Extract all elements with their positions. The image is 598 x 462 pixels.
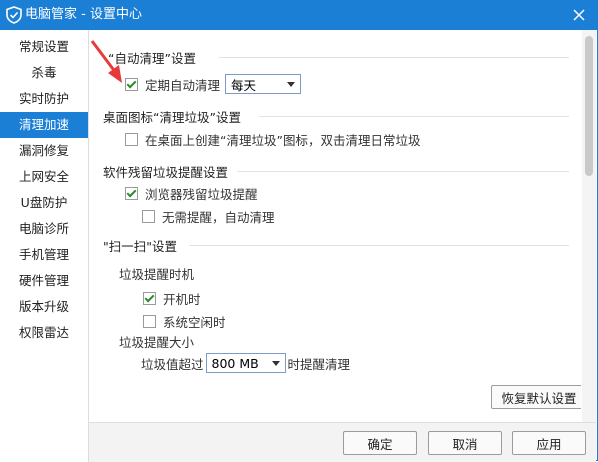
reminder-timing-label: 垃圾提醒时机 bbox=[119, 267, 195, 282]
red-arrow-icon bbox=[90, 40, 122, 83]
sidebar-item-realtime[interactable]: 实时防护 bbox=[0, 86, 88, 112]
idle-row: 系统空闲时 bbox=[143, 312, 226, 331]
divider bbox=[237, 171, 569, 172]
restore-defaults-button[interactable]: 恢复默认设置 bbox=[491, 385, 581, 409]
dialog-footer: 确定 取消 应用 bbox=[89, 422, 596, 462]
sidebar-item-antivirus[interactable]: 杀毒 bbox=[0, 60, 88, 86]
sidebar-item-phone[interactable]: 手机管理 bbox=[0, 242, 88, 268]
sidebar-item-hardware[interactable]: 硬件管理 bbox=[0, 268, 88, 294]
shield-icon bbox=[6, 6, 22, 24]
scrollbar[interactable] bbox=[582, 30, 596, 422]
auto-clean-checkbox[interactable] bbox=[125, 77, 138, 91]
cancel-button[interactable]: 取消 bbox=[428, 431, 502, 455]
apply-button[interactable]: 应用 bbox=[512, 431, 586, 455]
startup-label: 开机时 bbox=[163, 292, 201, 307]
window-title: 电脑管家 - 设置中心 bbox=[25, 7, 142, 22]
auto-clean-row: 定期自动清理 每天 bbox=[125, 74, 302, 94]
size-value: 800 MB bbox=[211, 355, 259, 371]
idle-label: 系统空闲时 bbox=[163, 315, 226, 330]
browser-residue-row: 浏览器残留垃圾提醒 bbox=[125, 184, 258, 203]
close-button[interactable] bbox=[568, 4, 590, 26]
sidebar-item-usb[interactable]: U盘防护 bbox=[0, 190, 88, 216]
chevron-down-icon bbox=[271, 360, 280, 366]
auto-clean-label: 定期自动清理 bbox=[145, 77, 221, 93]
frequency-value: 每天 bbox=[231, 77, 257, 93]
title-bar: 电脑管家 - 设置中心 bbox=[0, 0, 598, 30]
sidebar-item-upgrade[interactable]: 版本升级 bbox=[0, 294, 88, 320]
browser-residue-checkbox[interactable] bbox=[125, 187, 138, 200]
desktop-icon-row: 在桌面上创建“清理垃圾”图标，双击清理日常垃圾 bbox=[125, 130, 420, 149]
divider bbox=[189, 245, 569, 246]
browser-residue-label: 浏览器残留垃圾提醒 bbox=[145, 187, 258, 202]
auto-clean-residue-label: 无需提醒，自动清理 bbox=[162, 210, 275, 225]
section-title-desktop-icon: 桌面图标“清理垃圾”设置 bbox=[103, 110, 241, 125]
close-icon bbox=[573, 9, 585, 21]
chevron-down-icon bbox=[287, 81, 296, 87]
frequency-select[interactable]: 每天 bbox=[225, 74, 302, 94]
divider bbox=[219, 57, 569, 58]
size-threshold-row: 垃圾值超过 800 MB 时提醒清理 bbox=[141, 353, 350, 373]
reminder-size-label: 垃圾提醒大小 bbox=[119, 335, 195, 350]
sidebar-item-general[interactable]: 常规设置 bbox=[0, 34, 88, 60]
size-prefix: 垃圾值超过 bbox=[141, 356, 204, 372]
sidebar: 常规设置 杀毒 实时防护 清理加速 漏洞修复 上网安全 U盘防护 电脑诊所 手机… bbox=[0, 30, 89, 462]
scrollbar-thumb[interactable] bbox=[585, 36, 593, 176]
section-title-software-residue: 软件残留垃圾提醒设置 bbox=[103, 165, 229, 180]
desktop-icon-label: 在桌面上创建“清理垃圾”图标，双击清理日常垃圾 bbox=[145, 133, 421, 148]
section-title-scan: "扫一扫"设置 bbox=[103, 239, 177, 254]
startup-checkbox[interactable] bbox=[143, 292, 156, 305]
auto-clean-residue-checkbox[interactable] bbox=[142, 210, 155, 223]
divider bbox=[259, 116, 569, 117]
idle-checkbox[interactable] bbox=[143, 315, 156, 328]
ok-button[interactable]: 确定 bbox=[343, 431, 417, 455]
size-suffix: 时提醒清理 bbox=[287, 356, 351, 372]
sidebar-item-permission[interactable]: 权限雷达 bbox=[0, 320, 88, 346]
startup-row: 开机时 bbox=[143, 289, 201, 308]
sidebar-item-patch[interactable]: 漏洞修复 bbox=[0, 138, 88, 164]
sidebar-item-cleanup[interactable]: 清理加速 bbox=[0, 112, 88, 138]
desktop-icon-checkbox[interactable] bbox=[125, 133, 138, 146]
auto-clean-residue-row: 无需提醒，自动清理 bbox=[142, 207, 275, 226]
settings-panel: “自动清理”设置 定期自动清理 每天 桌面图标“清理垃圾”设置 在桌面上创建“清… bbox=[89, 30, 581, 422]
sidebar-item-clinic[interactable]: 电脑诊所 bbox=[0, 216, 88, 242]
size-select[interactable]: 800 MB bbox=[205, 353, 286, 373]
sidebar-item-web-security[interactable]: 上网安全 bbox=[0, 164, 88, 190]
